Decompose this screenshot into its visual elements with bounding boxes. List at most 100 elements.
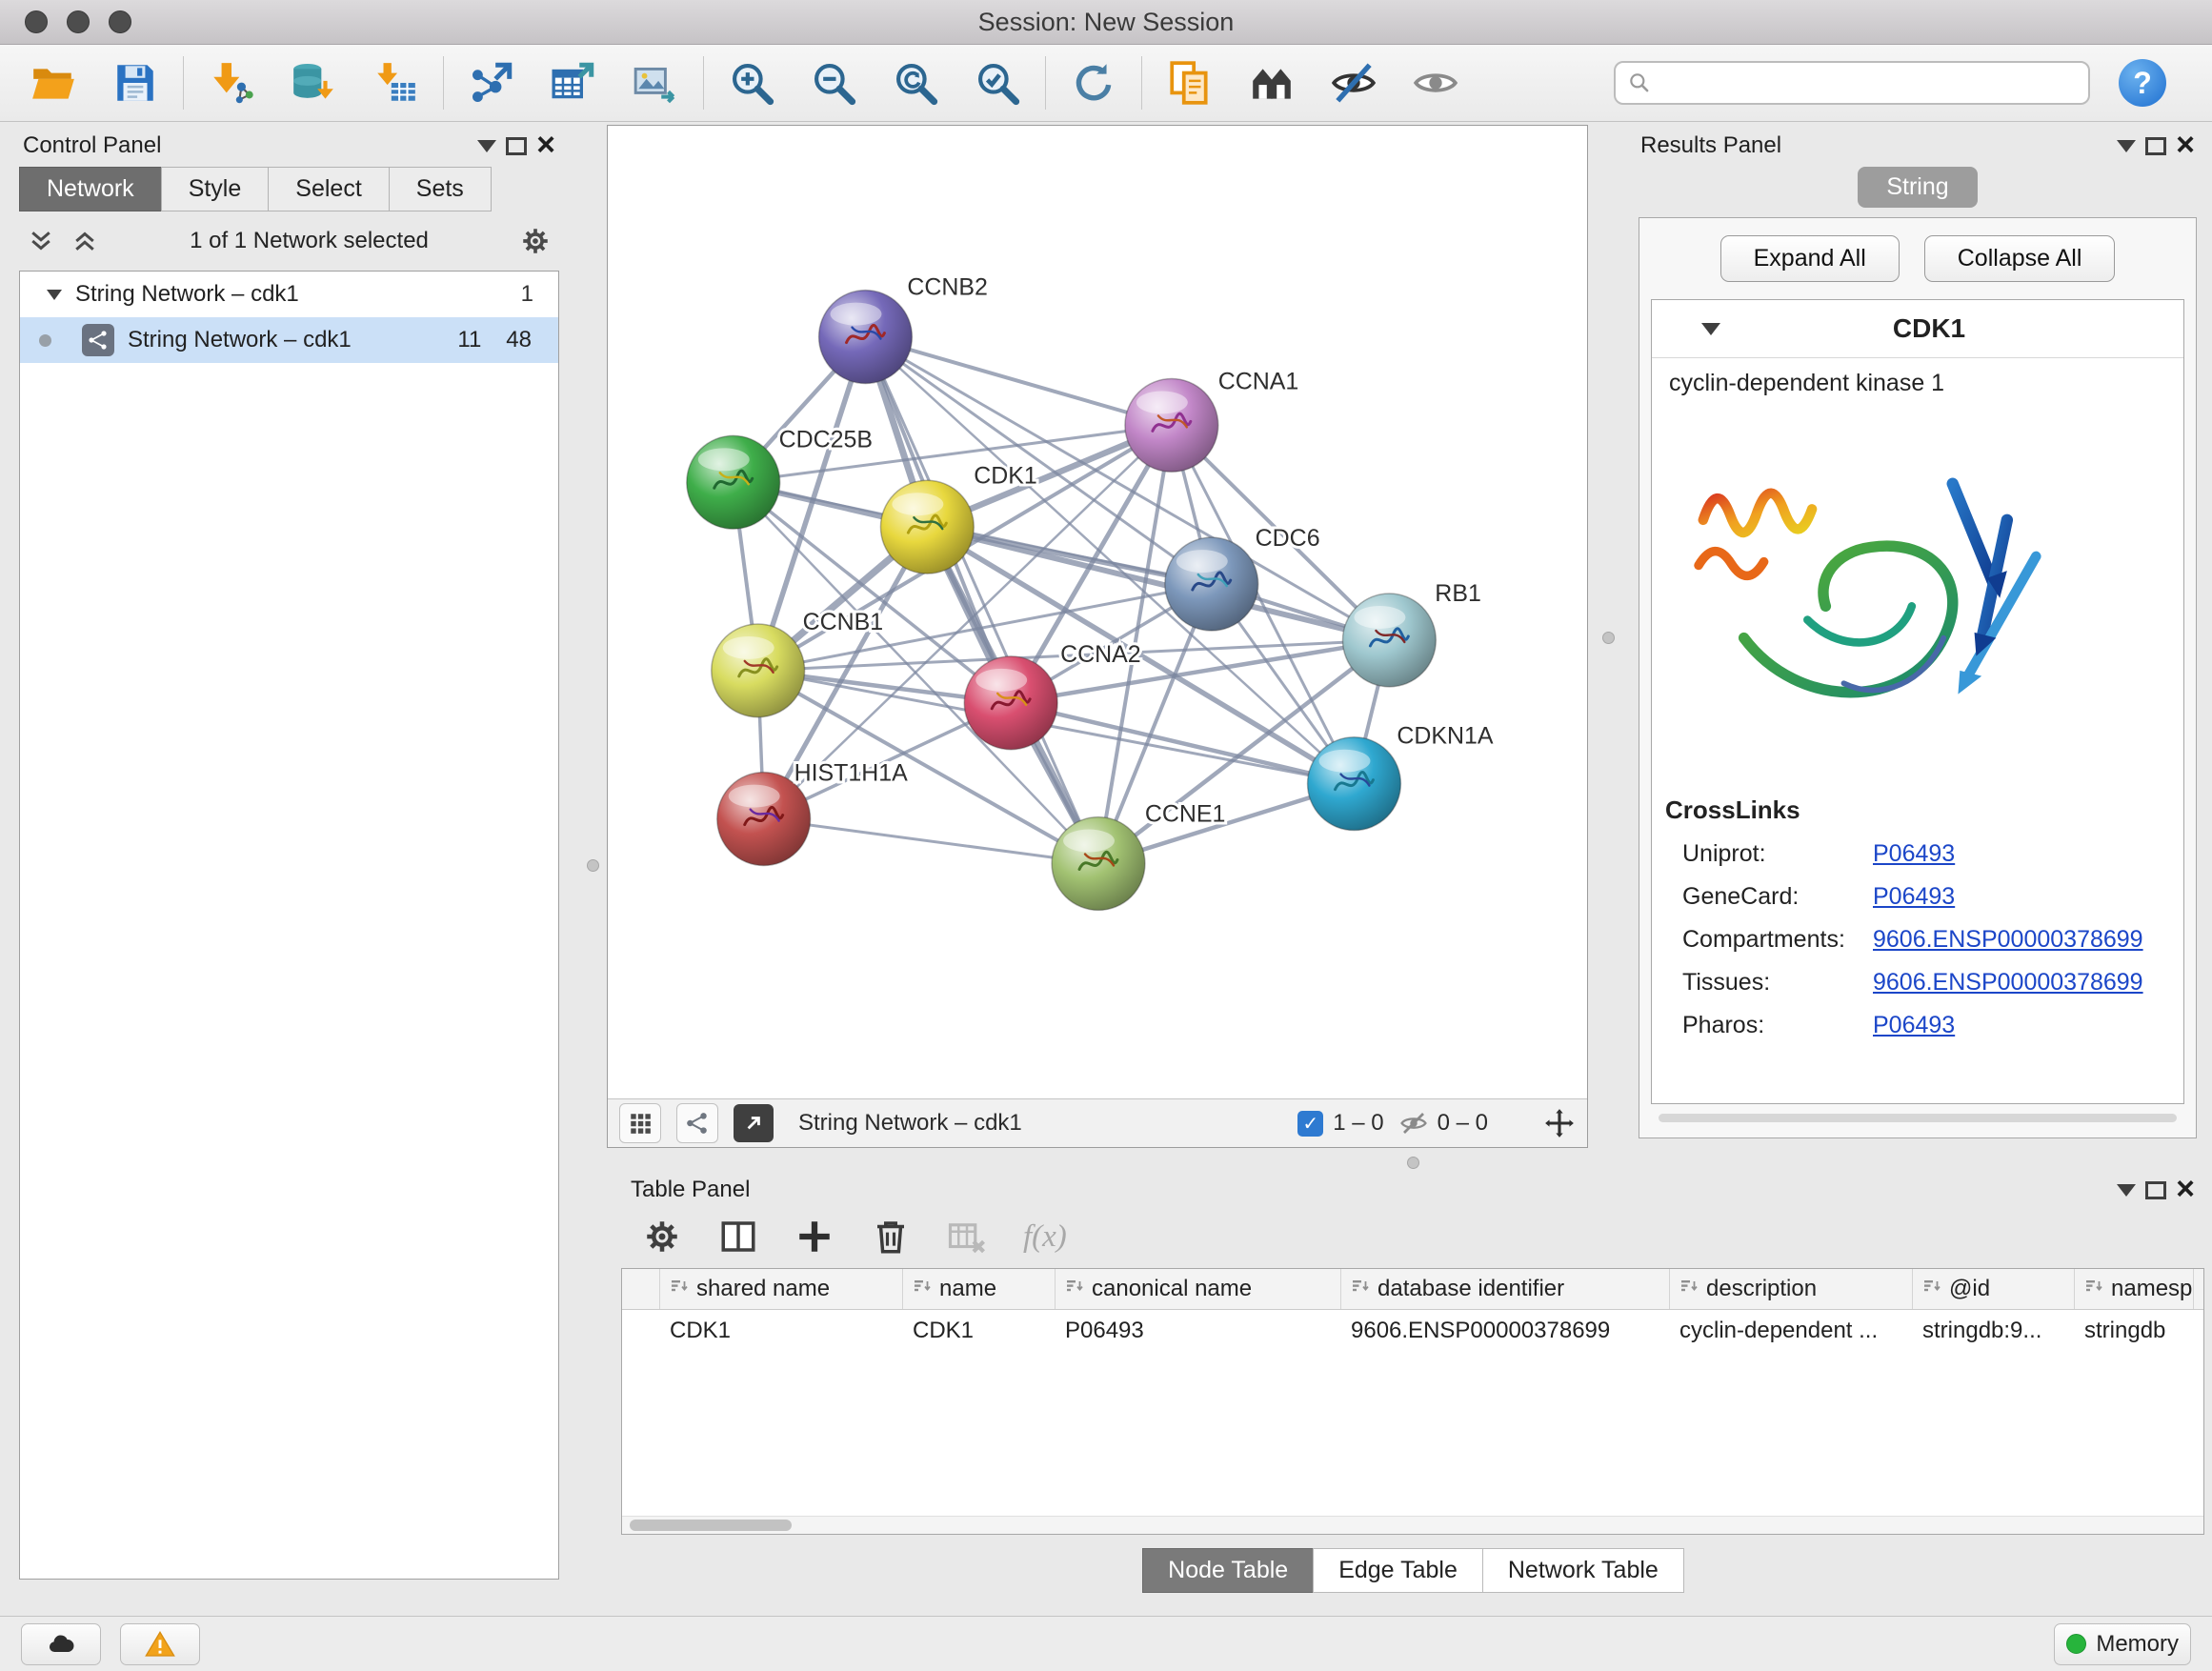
network-edge[interactable] <box>865 337 1171 426</box>
table-options-gear-icon[interactable] <box>642 1217 682 1257</box>
table-column-header[interactable]: database identifier <box>1341 1269 1670 1309</box>
export-image-button[interactable] <box>629 56 682 110</box>
bottom-splitter-handle[interactable] <box>1407 1157 1419 1169</box>
crosslink-link[interactable]: P06493 <box>1873 1012 1955 1039</box>
panel-menu-icon[interactable] <box>477 140 496 152</box>
tab-style[interactable]: Style <box>161 167 270 211</box>
search-input[interactable] <box>1659 69 2077 97</box>
help-button[interactable]: ? <box>2119 59 2166 107</box>
network-collection-row[interactable]: String Network – cdk1 1 <box>20 272 558 317</box>
import-network-from-database-button[interactable] <box>287 56 340 110</box>
add-column-icon[interactable] <box>794 1217 835 1257</box>
window-zoom-button[interactable] <box>109 10 131 33</box>
pan-crosshair-icon[interactable] <box>1543 1107 1576 1139</box>
delete-column-icon[interactable] <box>871 1217 911 1257</box>
show-columns-icon[interactable] <box>718 1217 758 1257</box>
network-overview-button[interactable] <box>676 1103 718 1143</box>
cloud-status-button[interactable] <box>21 1623 101 1665</box>
detach-view-button[interactable] <box>734 1104 774 1142</box>
panel-close-icon[interactable]: × <box>536 132 555 158</box>
table-column-header[interactable]: namespac <box>2075 1269 2194 1309</box>
toolbar-search[interactable] <box>1614 61 2090 105</box>
left-splitter-handle[interactable] <box>587 859 599 872</box>
table-cell[interactable]: cyclin-dependent ... <box>1670 1310 1913 1352</box>
hide-selected-button[interactable] <box>1327 56 1380 110</box>
tab-edge-table[interactable]: Edge Table <box>1313 1548 1483 1593</box>
network-node[interactable]: CDC25B <box>687 426 873 529</box>
zoom-in-button[interactable] <box>725 56 778 110</box>
network-node[interactable]: RB1 <box>1342 580 1480 687</box>
tab-select[interactable]: Select <box>268 167 389 211</box>
network-node[interactable]: CCNB1 <box>712 609 883 717</box>
network-node[interactable]: CCNA1 <box>1125 368 1298 472</box>
panel-float-icon[interactable] <box>2145 137 2166 155</box>
open-session-button[interactable] <box>27 56 80 110</box>
network-edge[interactable] <box>1011 703 1354 784</box>
first-neighbors-button[interactable] <box>1245 56 1298 110</box>
table-row[interactable]: CDK1CDK1P064939606.ENSP00000378699cyclin… <box>622 1310 2203 1352</box>
table-horizontal-scrollbar[interactable] <box>622 1516 2203 1534</box>
refresh-view-button[interactable] <box>1067 56 1120 110</box>
table-cell[interactable]: stringdb:9... <box>1913 1310 2075 1352</box>
panel-menu-icon[interactable] <box>2117 1184 2136 1197</box>
panel-close-icon[interactable]: × <box>2176 1177 2195 1202</box>
save-session-button[interactable] <box>109 56 162 110</box>
memory-button[interactable]: Memory <box>2054 1623 2191 1665</box>
panel-close-icon[interactable]: × <box>2176 132 2195 158</box>
window-close-button[interactable] <box>25 10 48 33</box>
network-options-gear-icon[interactable] <box>519 225 552 257</box>
tab-sets[interactable]: Sets <box>389 167 492 211</box>
window-minimize-button[interactable] <box>67 10 90 33</box>
table-column-header[interactable]: canonical name <box>1056 1269 1341 1309</box>
scrollbar-thumb[interactable] <box>630 1520 792 1531</box>
import-table-from-file-button[interactable] <box>369 56 422 110</box>
table-cell[interactable]: CDK1 <box>903 1310 1056 1352</box>
table-cell[interactable]: CDK1 <box>660 1310 903 1352</box>
zoom-out-button[interactable] <box>807 56 860 110</box>
warnings-button[interactable] <box>120 1623 200 1665</box>
export-table-button[interactable] <box>547 56 600 110</box>
network-row-selected[interactable]: String Network – cdk1 11 48 <box>20 317 558 363</box>
birdseye-view-button[interactable] <box>619 1103 661 1143</box>
table-cell[interactable]: P06493 <box>1056 1310 1341 1352</box>
crosslink-link[interactable]: 9606.ENSP00000378699 <box>1873 969 2143 997</box>
network-node[interactable]: HIST1H1A <box>717 760 908 866</box>
clone-network-button[interactable] <box>1163 56 1217 110</box>
network-canvas[interactable]: CCNB2CCNA1CDC25BCDK1CDC6RB1CCNB1CCNA2CDK… <box>608 126 1587 1098</box>
right-splitter-handle[interactable] <box>1602 632 1615 644</box>
show-all-button[interactable] <box>1409 56 1462 110</box>
tab-network[interactable]: Network <box>19 167 162 211</box>
tab-network-table[interactable]: Network Table <box>1482 1548 1684 1593</box>
gene-collapse-icon[interactable] <box>1701 323 1720 335</box>
cloud-icon <box>46 1629 76 1660</box>
new-network-button[interactable] <box>465 56 518 110</box>
crosslink-link[interactable]: P06493 <box>1873 840 1955 868</box>
tree-collapse-icon[interactable] <box>47 290 62 300</box>
expand-all-button[interactable]: Expand All <box>1720 235 1900 282</box>
table-column-header[interactable]: name <box>903 1269 1056 1309</box>
network-node[interactable]: CDKN1A <box>1308 723 1494 831</box>
network-edge[interactable] <box>927 527 1389 640</box>
network-edge[interactable] <box>764 819 1098 864</box>
crosslink-link[interactable]: 9606.ENSP00000378699 <box>1873 926 2143 954</box>
collapse-all-button[interactable]: Collapse All <box>1924 235 2116 282</box>
table-column-header[interactable]: @id <box>1913 1269 2075 1309</box>
network-node[interactable]: CCNB2 <box>819 274 988 384</box>
table-cell[interactable]: 9606.ENSP00000378699 <box>1341 1310 1670 1352</box>
panel-float-icon[interactable] <box>506 137 527 155</box>
zoom-fit-button[interactable] <box>889 56 942 110</box>
panel-float-icon[interactable] <box>2145 1181 2166 1199</box>
gene-header[interactable]: CDK1 <box>1652 300 2183 358</box>
crosslink-link[interactable]: P06493 <box>1873 883 1955 911</box>
collapse-all-icon[interactable] <box>27 227 55 255</box>
results-scrollbar[interactable] <box>1659 1114 2177 1122</box>
zoom-selected-button[interactable] <box>971 56 1024 110</box>
tab-string[interactable]: String <box>1858 167 1977 208</box>
table-cell[interactable]: stringdb <box>2075 1310 2194 1352</box>
expand-all-icon[interactable] <box>70 227 99 255</box>
import-network-from-file-button[interactable] <box>205 56 258 110</box>
table-column-header[interactable]: shared name <box>660 1269 903 1309</box>
table-column-header[interactable]: description <box>1670 1269 1913 1309</box>
panel-menu-icon[interactable] <box>2117 140 2136 152</box>
tab-node-table[interactable]: Node Table <box>1142 1548 1314 1593</box>
